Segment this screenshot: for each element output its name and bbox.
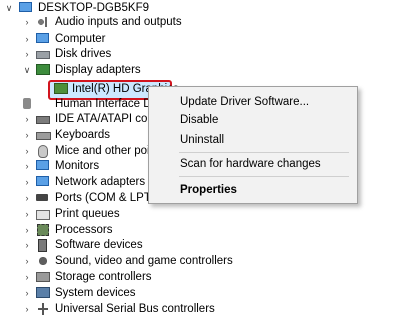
storage-controller-icon [36, 272, 50, 282]
menu-item-update-driver[interactable]: Update Driver Software... [149, 92, 357, 112]
chevron-right-icon[interactable]: › [22, 237, 32, 253]
tree-item-label: Processors [55, 224, 113, 236]
computer-icon [19, 2, 32, 12]
ide-controller-icon [36, 116, 50, 124]
tree-item-keyboards[interactable]: › Keyboards [0, 127, 148, 143]
menu-item-scan-hardware[interactable]: Scan for hardware changes [149, 154, 357, 174]
tree-item-software-devices[interactable]: › Software devices [0, 237, 260, 253]
usb-icon [36, 303, 50, 315]
tree-item-system-devices[interactable]: › System devices [0, 285, 260, 301]
menu-item-disable[interactable]: Disable [149, 110, 357, 130]
hid-icon [23, 98, 31, 109]
tree-item-disk-drives[interactable]: › Disk drives [0, 46, 260, 62]
tree-item-audio[interactable]: › Audio inputs and outputs [0, 14, 260, 30]
tree-item-computer[interactable]: › Computer [0, 31, 260, 47]
sound-icon [36, 255, 50, 267]
tree-item-storage[interactable]: › Storage controllers [0, 269, 260, 285]
tree-item-label: System devices [55, 287, 136, 299]
tree-item-label: Sound, video and game controllers [55, 255, 233, 267]
tree-item-print-queues[interactable]: › Print queues [0, 206, 260, 222]
port-icon [36, 194, 48, 201]
chevron-right-icon[interactable]: › [22, 222, 32, 238]
tree-item-ports[interactable]: › Ports (COM & LPT) [0, 190, 155, 206]
tree-item-label: Print queues [55, 208, 120, 220]
tree-item-intel-hd-graphics[interactable]: Intel(R) HD Graphics [0, 81, 179, 97]
chevron-right-icon[interactable]: › [22, 269, 32, 285]
chevron-right-icon[interactable]: › [22, 253, 32, 269]
chevron-right-icon[interactable]: › [22, 285, 32, 301]
context-menu: Update Driver Software... Disable Uninst… [148, 86, 358, 204]
tree-item-label: Software devices [55, 239, 143, 251]
software-device-icon [38, 239, 47, 252]
tree-item-label: Disk drives [55, 48, 112, 60]
tree-item-hid[interactable]: › Human Interface De [0, 96, 158, 112]
system-device-icon [36, 287, 50, 298]
chevron-right-icon[interactable]: › [22, 46, 32, 62]
tree-item-label: Human Interface De [55, 98, 158, 110]
tree-item-label: Universal Serial Bus controllers [55, 303, 215, 315]
menu-separator [179, 176, 349, 177]
chevron-down-icon[interactable]: ∨ [22, 62, 32, 78]
tree-item-label: Computer [55, 33, 106, 45]
gpu-icon [54, 83, 68, 94]
printer-icon [36, 210, 50, 220]
computer-icon [36, 33, 49, 43]
chevron-right-icon[interactable]: › [22, 111, 32, 127]
chevron-right-icon[interactable]: › [22, 301, 32, 317]
tree-item-label: Ports (COM & LPT) [55, 192, 155, 204]
tree-item-display-adapters[interactable]: ∨ Display adapters [0, 62, 260, 78]
network-adapter-icon [36, 176, 49, 186]
tree-item-label: Audio inputs and outputs [55, 16, 182, 28]
menu-item-uninstall[interactable]: Uninstall [149, 130, 357, 150]
menu-item-properties[interactable]: Properties [149, 180, 357, 200]
keyboard-icon [36, 132, 51, 140]
processor-icon [37, 224, 49, 236]
tree-item-label: Display adapters [55, 64, 141, 76]
chevron-right-icon[interactable]: › [22, 127, 32, 143]
speaker-icon [36, 16, 50, 28]
tree-item-processors[interactable]: › Processors [0, 222, 260, 238]
tree-item-mice[interactable]: › Mice and other poin [0, 143, 156, 159]
chevron-right-icon[interactable]: › [22, 31, 32, 47]
chevron-right-icon[interactable]: › [22, 190, 32, 206]
chevron-right-icon[interactable]: › [22, 158, 32, 174]
tree-item-network[interactable]: › Network adapters [0, 174, 148, 190]
tree-item-label: Mice and other poin [55, 145, 157, 157]
chevron-right-icon[interactable]: › [22, 14, 32, 30]
chevron-right-icon[interactable]: › [22, 143, 32, 159]
tree-item-label: Storage controllers [55, 271, 152, 283]
tree-item-monitors[interactable]: › Monitors [0, 158, 148, 174]
tree-item-label: IDE ATA/ATAPI cont [55, 113, 158, 125]
tree-item-label: Monitors [55, 160, 100, 172]
tree-item-sound[interactable]: › Sound, video and game controllers [0, 253, 260, 269]
monitor-icon [36, 160, 49, 170]
tree-item-label: Network adapters [55, 176, 146, 188]
tree-item-ide[interactable]: › IDE ATA/ATAPI cont [0, 111, 158, 127]
menu-separator [179, 152, 349, 153]
display-adapter-icon [36, 64, 50, 75]
chevron-right-icon[interactable]: › [22, 206, 32, 222]
tree-item-usb[interactable]: › Universal Serial Bus controllers [0, 301, 260, 317]
chevron-right-icon[interactable]: › [22, 174, 32, 190]
mouse-icon [38, 145, 48, 158]
disk-drive-icon [36, 51, 50, 59]
tree-item-label: Keyboards [55, 129, 110, 141]
